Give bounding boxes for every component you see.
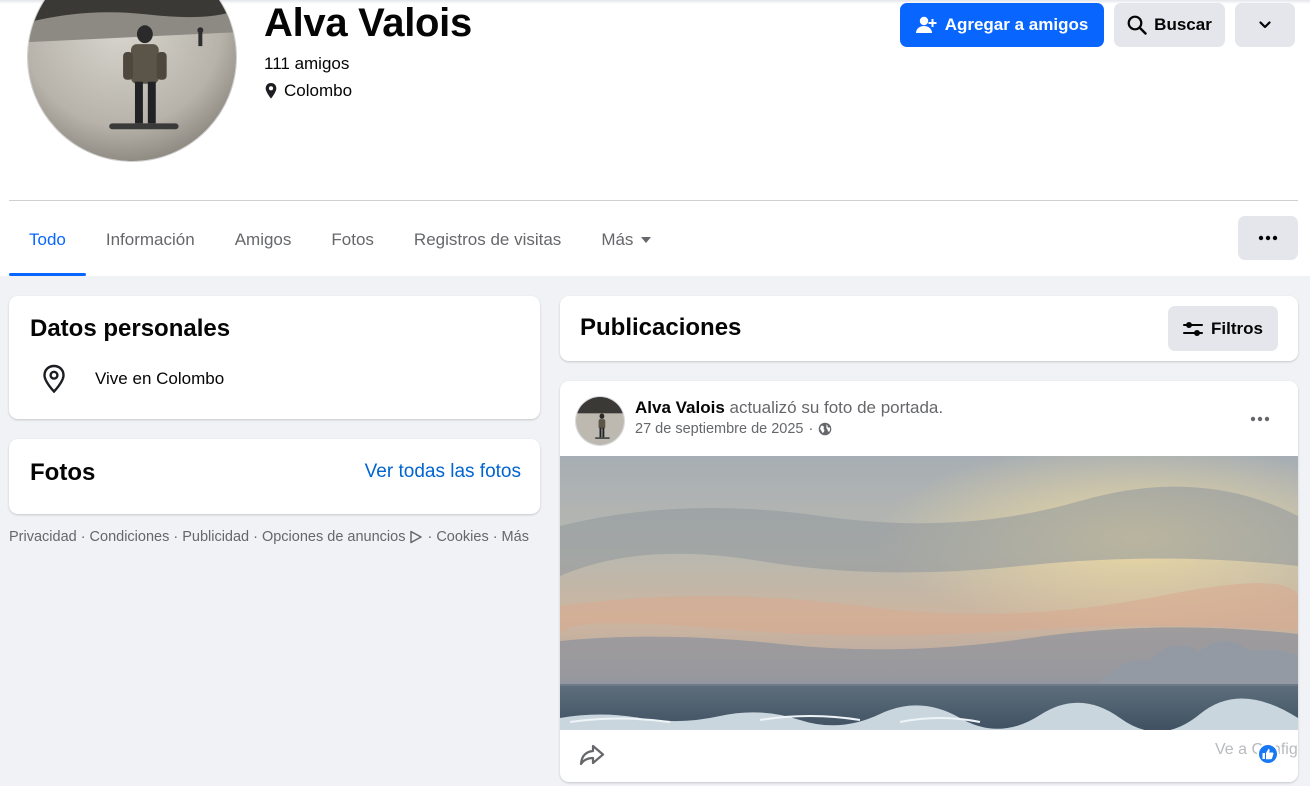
tab-informacion[interactable]: Información bbox=[86, 203, 215, 276]
add-friend-label: Agregar a amigos bbox=[944, 15, 1089, 34]
share-arrow-icon[interactable] bbox=[578, 741, 606, 769]
footer-separator: · bbox=[253, 529, 258, 545]
photos-title: Fotos bbox=[30, 459, 96, 486]
footer-link-privacy[interactable]: Privacidad bbox=[9, 529, 77, 545]
search-label: Buscar bbox=[1154, 15, 1212, 34]
personal-details-title: Datos personales bbox=[30, 315, 231, 342]
post-author-name[interactable]: Alva Valois bbox=[635, 398, 725, 417]
profile-options-dropdown[interactable] bbox=[1235, 3, 1295, 47]
photos-card: Fotos Ver todas las fotos bbox=[9, 439, 540, 514]
personal-details-card: Datos personales Vive en Colombo bbox=[9, 296, 540, 419]
footer-link-advertising[interactable]: Publicidad bbox=[182, 529, 249, 545]
post-meta: 27 de septiembre de 2025 · bbox=[635, 421, 832, 437]
map-pin-icon bbox=[265, 83, 277, 99]
add-friend-button[interactable]: Agregar a amigos bbox=[900, 3, 1104, 47]
post-headline: Alva Valois actualizó su foto de portada… bbox=[635, 397, 943, 419]
footer-separator: · bbox=[173, 529, 179, 545]
tab-label: Todo bbox=[29, 229, 66, 249]
thumbs-up-icon bbox=[1262, 748, 1274, 760]
tab-fotos[interactable]: Fotos bbox=[311, 203, 394, 276]
profile-tabs: Todo Información Amigos Fotos Registros … bbox=[9, 203, 671, 276]
tab-label: Amigos bbox=[234, 229, 292, 249]
filters-button[interactable]: Filtros bbox=[1168, 306, 1278, 351]
person-add-icon bbox=[915, 16, 937, 33]
see-all-photos-link[interactable]: Ver todas las fotos bbox=[365, 461, 521, 483]
ellipsis-icon bbox=[1258, 235, 1278, 241]
profile-name: Alva Valois bbox=[264, 1, 472, 45]
tab-mas[interactable]: Más bbox=[581, 203, 671, 276]
post-card: Alva Valois actualizó su foto de portada… bbox=[560, 381, 1298, 782]
post-action-text: actualizó su foto de portada. bbox=[724, 398, 944, 417]
tab-label: Registros de visitas bbox=[413, 229, 562, 249]
ad-choices-icon bbox=[410, 530, 423, 544]
tab-registros-de-visitas[interactable]: Registros de visitas bbox=[394, 203, 581, 276]
caret-down-icon bbox=[641, 236, 652, 243]
posts-header-card: Publicaciones Filtros bbox=[560, 296, 1298, 361]
profile-avatar-image bbox=[28, 0, 236, 161]
post-options-button[interactable] bbox=[1244, 405, 1276, 433]
filters-label: Filtros bbox=[1211, 318, 1263, 338]
profile-location: Colombo bbox=[264, 80, 352, 102]
footer-links: Privacidad · Condiciones · Publicidad · … bbox=[9, 529, 529, 545]
footer-link-ad-choices[interactable]: Opciones de anuncios bbox=[262, 529, 406, 545]
footer-link-cookies[interactable]: Cookies bbox=[436, 529, 488, 545]
post-author-avatar-image bbox=[576, 397, 624, 445]
tab-amigos[interactable]: Amigos bbox=[215, 203, 312, 276]
sliders-icon bbox=[1183, 321, 1204, 336]
tabs-more-button[interactable] bbox=[1238, 216, 1298, 260]
posts-title: Publicaciones bbox=[580, 314, 742, 341]
lives-in-row: Vive en Colombo bbox=[41, 364, 224, 394]
cover-photo-image bbox=[560, 456, 1298, 730]
tab-label: Fotos bbox=[331, 229, 374, 249]
tab-label: Información bbox=[105, 229, 195, 249]
ellipsis-icon bbox=[1250, 416, 1270, 422]
cover-photo[interactable] bbox=[560, 456, 1298, 730]
footer-separator: · bbox=[492, 529, 498, 545]
map-pin-icon bbox=[43, 364, 65, 394]
magnifier-icon bbox=[1127, 15, 1147, 35]
friends-count[interactable]: 111 amigos bbox=[264, 53, 349, 75]
profile-header: Alva Valois 111 amigos Colombo Agregar a… bbox=[0, 0, 1310, 276]
search-button[interactable]: Buscar bbox=[1114, 3, 1225, 47]
footer-link-terms[interactable]: Condiciones bbox=[90, 529, 170, 545]
post-meta-separator: · bbox=[808, 421, 814, 437]
post-author-avatar[interactable] bbox=[575, 396, 625, 446]
footer-link-more[interactable]: Más bbox=[502, 529, 529, 545]
globe-icon bbox=[819, 422, 832, 436]
header-divider bbox=[9, 200, 1298, 201]
chevron-down-icon bbox=[1259, 21, 1271, 29]
lives-in-text: Vive en Colombo bbox=[95, 369, 225, 388]
footer-separator: · bbox=[427, 529, 433, 545]
tab-label: Más bbox=[601, 229, 634, 249]
post-date[interactable]: 27 de septiembre de 2025 bbox=[635, 421, 804, 437]
location-text: Colombo bbox=[284, 81, 353, 100]
footer-separator: · bbox=[80, 529, 86, 545]
like-reaction-badge[interactable] bbox=[1257, 743, 1279, 765]
tab-todo[interactable]: Todo bbox=[9, 203, 86, 276]
profile-avatar[interactable] bbox=[27, 0, 237, 162]
